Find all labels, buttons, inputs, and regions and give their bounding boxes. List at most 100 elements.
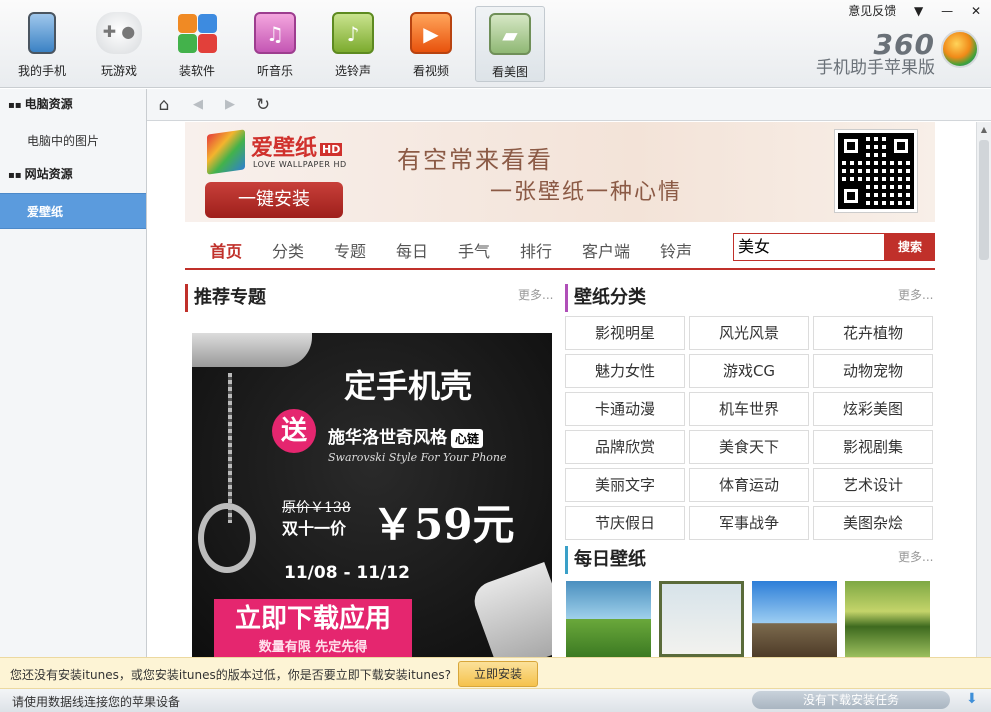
promo-banner[interactable]: 定手机壳 送 施华洛世奇风格 心链 Swarovski Style For You… (192, 333, 552, 657)
apple-logo-icon (941, 30, 979, 68)
itunes-warning-text: 您还没有安装itunes，或您安装itunes的版本过低，你是否要立即下载安装i… (10, 668, 452, 682)
toolbar-apps[interactable]: 装软件 (162, 6, 232, 82)
category-item[interactable]: 风光风景 (689, 316, 809, 350)
site-nav-link[interactable]: 铃声 (660, 238, 692, 262)
category-item[interactable]: 机车世界 (689, 392, 809, 426)
music-icon: ♫ (254, 12, 296, 54)
search-button[interactable]: 搜索 (885, 233, 935, 261)
download-icon[interactable]: ⬇ (966, 691, 978, 707)
download-tasks-button[interactable]: 没有下载安装任务 (752, 691, 950, 709)
banner-slogan: 一张壁纸一种心情 (490, 180, 683, 205)
category-item[interactable]: 节庆假日 (565, 506, 685, 540)
site-brand-sub: LOVE WALLPAPER HD (253, 160, 347, 169)
pictures-icon: ▰ (489, 13, 531, 55)
site-nav-link[interactable]: 排行 (520, 238, 552, 262)
promo-limited-label: 数量有限 先定先得 (258, 640, 368, 655)
category-item[interactable]: 动物宠物 (813, 354, 933, 388)
category-item[interactable]: 美图杂烩 (813, 506, 933, 540)
wallpaper-thumbnail[interactable] (752, 581, 837, 657)
promo-download-button[interactable]: 立即下载应用 数量有限 先定先得 (214, 599, 412, 657)
sidebar-item-love-wallpaper[interactable]: 爱壁纸 (0, 193, 146, 229)
scroll-thumb[interactable] (979, 140, 989, 260)
wallpaper-thumbnail[interactable] (566, 581, 651, 657)
vertical-scrollbar[interactable]: ▲ (976, 122, 991, 657)
category-item[interactable]: 艺术设计 (813, 468, 933, 502)
category-item[interactable]: 军事战争 (689, 506, 809, 540)
sidebar-item-pc-pictures[interactable]: 电脑中的图片 (0, 123, 146, 159)
sidebar-section-web[interactable]: ▪▪ 网站资源 (0, 159, 146, 193)
site-nav-link[interactable]: 专题 (334, 238, 366, 262)
site-banner: 爱壁纸 HD LOVE WALLPAPER HD 一键安装 有空常来看看 一张壁纸… (185, 122, 935, 222)
site-nav-link[interactable]: 分类 (272, 238, 304, 262)
video-icon: ▶ (410, 12, 452, 54)
qr-code (835, 130, 917, 212)
toolbar-label: 玩游戏 (100, 64, 137, 78)
daily-more-link[interactable]: 更多... (898, 548, 933, 565)
recommend-title: 推荐专题 (185, 284, 266, 312)
toolbar-label: 我的手机 (17, 64, 66, 78)
category-item[interactable]: 品牌欣赏 (565, 430, 685, 464)
phone-pin-image (192, 333, 312, 367)
promo-italic: Swarovski Style For Your Phone (328, 451, 507, 464)
browser-nav: ⌂ ◀ ▶ ↻ (147, 89, 991, 121)
categories-title: 壁纸分类 (565, 284, 646, 312)
category-item[interactable]: 花卉植物 (813, 316, 933, 350)
site-nav-link[interactable]: 每日 (396, 238, 428, 262)
categories-more-link[interactable]: 更多... (898, 286, 933, 303)
brand-number: 360 (873, 28, 935, 61)
install-itunes-button[interactable]: 立即安装 (458, 661, 538, 687)
toolbar-video[interactable]: ▶ 看视频 (396, 6, 466, 82)
recommend-more-link[interactable]: 更多... (518, 286, 553, 303)
brand-text: 手机助手苹果版 (816, 58, 935, 78)
phone-icon (28, 12, 56, 54)
category-item[interactable]: 卡通动漫 (565, 392, 685, 426)
toolbar-games[interactable]: ✚ ● 玩游戏 (84, 6, 154, 82)
install-button[interactable]: 一键安装 (205, 182, 343, 218)
feedback-link[interactable]: 意见反馈 (848, 4, 896, 18)
toolbar-label: 装软件 (178, 64, 215, 78)
category-item[interactable]: 体育运动 (689, 468, 809, 502)
toolbar-pictures[interactable]: ▰ 看美图 (475, 6, 545, 82)
close-icon[interactable]: ✕ (971, 4, 981, 18)
site-nav: 首页 分类 专题 每日 手气 排行 客户端 铃声 美女 搜索 (185, 232, 935, 270)
sidebar-section-pc[interactable]: ▪▪ 电脑资源 (0, 89, 146, 123)
status-text: 请使用数据线连接您的苹果设备 (12, 695, 181, 709)
site-nav-link[interactable]: 客户端 (582, 238, 630, 262)
toolbar-my-phone[interactable]: 我的手机 (7, 6, 77, 82)
category-item[interactable]: 美丽文字 (565, 468, 685, 502)
category-item[interactable]: 影视明星 (565, 316, 685, 350)
promo-price: ￥59元 (372, 500, 515, 549)
toolbar-label: 选铃声 (334, 64, 371, 78)
banner-slogan: 有空常来看看 (397, 146, 553, 174)
minimize-icon[interactable]: — (941, 4, 953, 18)
status-bar: 请使用数据线连接您的苹果设备 没有下载安装任务 ⬇ (0, 689, 991, 712)
category-item[interactable]: 影视剧集 (813, 430, 933, 464)
sidebar: ▪▪ 电脑资源 电脑中的图片 ▪▪ 网站资源 爱壁纸 (0, 89, 147, 657)
promo-deal-label: 双十一价 (282, 519, 347, 538)
wallpaper-thumbnail[interactable] (659, 581, 744, 657)
home-icon[interactable]: ⌂ (153, 94, 175, 116)
back-icon[interactable]: ◀ (187, 94, 209, 116)
window-controls: 意见反馈 ▼ — ✕ (834, 2, 981, 19)
scroll-up-icon[interactable]: ▲ (977, 125, 991, 134)
daily-title: 每日壁纸 (565, 546, 646, 574)
refresh-icon[interactable]: ↻ (252, 94, 274, 116)
charm-image (198, 503, 256, 573)
forward-icon[interactable]: ▶ (219, 94, 241, 116)
category-item[interactable]: 魅力女性 (565, 354, 685, 388)
toolbar-ringtones[interactable]: ♪ 选铃声 (318, 6, 388, 82)
category-item[interactable]: 炫彩美图 (813, 392, 933, 426)
wallpaper-thumbnail[interactable] (845, 581, 930, 657)
toolbar-music[interactable]: ♫ 听音乐 (240, 6, 310, 82)
menu-icon[interactable]: ▼ (914, 4, 923, 18)
toolbar-label: 听音乐 (256, 64, 293, 78)
site-nav-link[interactable]: 手气 (458, 238, 490, 262)
category-item[interactable]: 美食天下 (689, 430, 809, 464)
promo-dates: 11/08 - 11/12 (284, 563, 410, 583)
brand: 360 手机助手苹果版 (816, 28, 935, 79)
category-item[interactable]: 游戏CG (689, 354, 809, 388)
gamepad-icon: ✚ ● (96, 12, 142, 54)
site-nav-link[interactable]: 首页 (210, 238, 242, 262)
site-logo-icon (207, 129, 245, 175)
search-input[interactable]: 美女 (733, 233, 885, 261)
